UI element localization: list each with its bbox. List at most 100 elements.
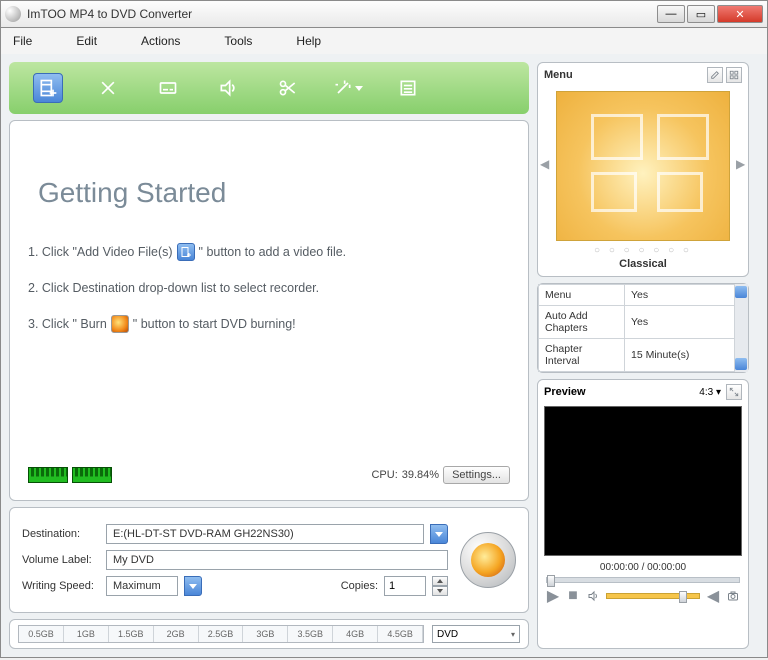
- window-buttons: — ▭ ✕: [657, 5, 763, 23]
- scissors-icon: [278, 78, 298, 98]
- aspect-ratio-select[interactable]: 4:3 ▾: [699, 387, 721, 398]
- volume-thumb[interactable]: [679, 591, 687, 603]
- prev-frame-button[interactable]: ◀: [706, 589, 720, 603]
- titlebar: ImTOO MP4 to DVD Converter — ▭ ✕: [0, 0, 768, 28]
- menu-panel-title: Menu: [544, 69, 573, 81]
- settings-button[interactable]: Settings...: [443, 466, 510, 484]
- table-row: Chapter Interval15 Minute(s): [539, 339, 735, 372]
- writing-speed-dropdown-button[interactable]: [184, 576, 202, 596]
- seek-thumb[interactable]: [547, 575, 555, 587]
- menu-panel: Menu ◀ ▶ ○ ○ ○ ○ ○ ○ ○ Classical: [537, 62, 749, 277]
- preview-video: [544, 406, 742, 556]
- scroll-down-button[interactable]: [735, 358, 747, 370]
- properties-button[interactable]: [393, 73, 423, 103]
- scroll-up-button[interactable]: [735, 286, 747, 298]
- delete-button[interactable]: [93, 73, 123, 103]
- destination-panel: Destination: E:(HL-DT-ST DVD-RAM GH22NS3…: [9, 507, 529, 613]
- app-icon: [5, 6, 21, 22]
- flame-icon: [471, 543, 505, 577]
- x-icon: [98, 78, 118, 98]
- menu-file[interactable]: File: [13, 34, 32, 48]
- volume-label-input[interactable]: My DVD: [106, 550, 448, 570]
- writing-speed-select[interactable]: Maximum: [106, 576, 178, 596]
- menu-edit[interactable]: Edit: [76, 34, 97, 48]
- step-3: 3. Click " Burn " button to start DVD bu…: [28, 315, 510, 333]
- speaker-icon: [218, 78, 238, 98]
- copies-label: Copies:: [341, 580, 378, 592]
- menubar: File Edit Actions Tools Help: [0, 28, 768, 54]
- stop-button[interactable]: ■: [566, 589, 580, 603]
- volume-label-label: Volume Label:: [22, 554, 100, 566]
- cpu-row: CPU: 39.84% Settings...: [28, 466, 510, 484]
- list-icon: [398, 78, 418, 98]
- copies-input[interactable]: [384, 576, 426, 596]
- window-title: ImTOO MP4 to DVD Converter: [27, 7, 657, 21]
- speaker-icon: [587, 590, 599, 602]
- table-row: Auto Add ChaptersYes: [539, 306, 735, 339]
- chevron-down-icon: [355, 86, 363, 91]
- destination-dropdown-button[interactable]: [430, 524, 448, 544]
- destination-label: Destination:: [22, 528, 100, 540]
- disc-size-scale: 0.5GB 1GB 1.5GB 2GB 2.5GB 3GB 3.5GB 4GB …: [18, 625, 424, 643]
- add-video-inline-icon: [177, 243, 195, 261]
- seek-bar[interactable]: [546, 577, 740, 583]
- menu-help[interactable]: Help: [296, 34, 321, 48]
- menu-templates-button[interactable]: [726, 67, 742, 83]
- cpu-graph-1: [28, 467, 68, 483]
- table-row: MenuYes: [539, 285, 735, 306]
- template-next-button[interactable]: ▶: [736, 157, 746, 171]
- mute-button[interactable]: [586, 589, 600, 603]
- template-name: Classical: [538, 256, 748, 276]
- clip-button[interactable]: [273, 73, 303, 103]
- properties-table: MenuYes Auto Add ChaptersYes Chapter Int…: [538, 284, 735, 372]
- step-1: 1. Click "Add Video File(s) " button to …: [28, 243, 510, 261]
- disc-size-panel: 0.5GB 1GB 1.5GB 2GB 2.5GB 3GB 3.5GB 4GB …: [9, 619, 529, 649]
- add-video-button[interactable]: [33, 73, 63, 103]
- minimize-button[interactable]: —: [657, 5, 685, 23]
- disc-type-select[interactable]: DVD▾: [432, 625, 520, 643]
- play-button[interactable]: ▶: [546, 589, 560, 603]
- template-pager-dots: ○ ○ ○ ○ ○ ○ ○: [538, 245, 748, 256]
- audio-button[interactable]: [213, 73, 243, 103]
- pencil-icon: [710, 70, 720, 80]
- snapshot-button[interactable]: [726, 589, 740, 603]
- close-button[interactable]: ✕: [717, 5, 763, 23]
- getting-started-panel: Getting Started 1. Click "Add Video File…: [9, 120, 529, 501]
- burn-button[interactable]: [460, 532, 516, 588]
- chevron-down-icon: [189, 584, 197, 589]
- film-plus-icon: [38, 78, 58, 98]
- template-thumbnail[interactable]: [556, 91, 730, 241]
- copies-up-button[interactable]: [432, 576, 448, 586]
- menu-actions[interactable]: Actions: [141, 34, 180, 48]
- preview-title: Preview: [544, 386, 586, 398]
- cpu-graph-2: [72, 467, 112, 483]
- preview-panel: Preview 4:3 ▾ 00:00:00 / 00:00:00 ▶ ■ ◀: [537, 379, 749, 649]
- cpu-value: 39.84%: [402, 469, 439, 481]
- toolbar: [9, 62, 529, 114]
- chevron-down-icon: [435, 532, 443, 537]
- getting-started-heading: Getting Started: [38, 177, 510, 209]
- template-prev-button[interactable]: ◀: [540, 157, 550, 171]
- copies-down-button[interactable]: [432, 586, 448, 596]
- properties-scrollbar[interactable]: [735, 284, 748, 372]
- fullscreen-button[interactable]: [726, 384, 742, 400]
- volume-slider[interactable]: [606, 593, 700, 599]
- writing-speed-label: Writing Speed:: [22, 580, 100, 592]
- preview-time: 00:00:00 / 00:00:00: [538, 558, 748, 577]
- wand-icon: [333, 78, 353, 98]
- camera-icon: [727, 590, 739, 602]
- cpu-label: CPU:: [371, 469, 397, 481]
- grid-icon: [729, 70, 739, 80]
- properties-panel: MenuYes Auto Add ChaptersYes Chapter Int…: [537, 283, 749, 373]
- effects-button[interactable]: [333, 73, 363, 103]
- expand-icon: [729, 387, 739, 397]
- maximize-button[interactable]: ▭: [687, 5, 715, 23]
- copies-spinner: [432, 576, 448, 596]
- destination-select[interactable]: E:(HL-DT-ST DVD-RAM GH22NS30): [106, 524, 424, 544]
- subtitle-icon: [158, 78, 178, 98]
- subtitle-button[interactable]: [153, 73, 183, 103]
- menu-edit-button[interactable]: [707, 67, 723, 83]
- burn-inline-icon: [111, 315, 129, 333]
- menu-tools[interactable]: Tools: [224, 34, 252, 48]
- step-2: 2. Click Destination drop-down list to s…: [28, 281, 510, 295]
